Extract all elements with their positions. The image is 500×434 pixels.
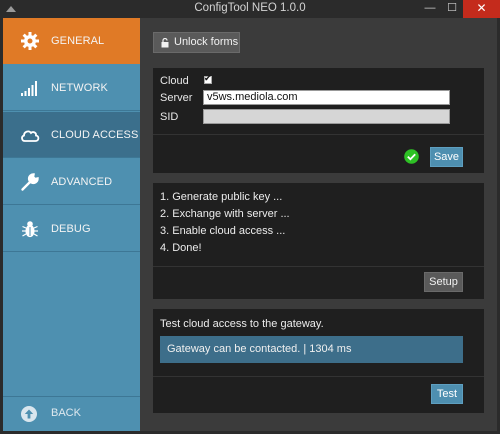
setup-step: 4. Done! [160, 242, 202, 254]
divider [153, 376, 484, 377]
arrow-up-circle-icon [21, 406, 37, 422]
status-message: Gateway can be contacted. | 1304 ms [160, 336, 463, 363]
setup-panel: 1. Generate public key ... 2. Exchange w… [153, 183, 484, 299]
test-button[interactable]: Test [431, 384, 463, 404]
setup-button[interactable]: Setup [424, 272, 463, 292]
unlock-forms-button[interactable]: Unlock forms [153, 32, 240, 53]
title-bar: ConfigTool NEO 1.0.0 — ☐ ✕ [0, 0, 500, 18]
sidebar-item-label: CLOUD ACCESS [51, 129, 139, 141]
save-button[interactable]: Save [430, 147, 463, 167]
gear-icon [21, 32, 39, 50]
divider [153, 266, 484, 267]
sid-label: SID [160, 111, 179, 123]
sidebar-item-label: NETWORK [51, 82, 108, 94]
server-label: Server [160, 92, 193, 104]
unlock-forms-label: Unlock forms [174, 36, 239, 48]
signal-bars-icon [21, 81, 37, 96]
setup-step: 2. Exchange with server ... [160, 208, 290, 220]
cloud-label: Cloud [160, 75, 189, 87]
main-content: Unlock forms Cloud Server v5ws.mediola.c… [140, 18, 497, 431]
sid-input[interactable] [203, 109, 450, 124]
maximize-button[interactable]: ☐ [441, 0, 463, 18]
sidebar-item-label: ADVANCED [51, 176, 113, 188]
wrench-icon [21, 173, 39, 191]
check-circle-icon [404, 149, 419, 164]
sidebar-item-general[interactable]: GENERAL [3, 18, 140, 64]
cloud-settings-panel: Cloud Server v5ws.mediola.com SID Save [153, 68, 484, 173]
back-button[interactable]: BACK [3, 396, 140, 431]
test-panel: Test cloud access to the gateway. Gatewa… [153, 309, 484, 413]
setup-step: 3. Enable cloud access ... [160, 225, 286, 237]
sidebar-item-label: GENERAL [51, 35, 105, 47]
sidebar-item-cloud-access[interactable]: CLOUD ACCESS [3, 112, 140, 158]
lock-icon [161, 38, 169, 48]
server-input[interactable]: v5ws.mediola.com [203, 90, 450, 105]
back-label: BACK [51, 407, 81, 419]
cloud-icon [21, 130, 40, 142]
sidebar-item-advanced[interactable]: ADVANCED [3, 159, 140, 205]
sidebar: GENERAL NETWORK CLOUD ACCESS ADVANCED DE… [3, 18, 140, 431]
close-button[interactable]: ✕ [463, 0, 500, 18]
bug-icon [22, 221, 38, 238]
setup-step: 1. Generate public key ... [160, 191, 283, 203]
minimize-button[interactable]: — [419, 0, 441, 18]
test-description: Test cloud access to the gateway. [160, 318, 324, 330]
sidebar-item-label: DEBUG [51, 223, 91, 235]
sidebar-item-network[interactable]: NETWORK [3, 65, 140, 111]
sidebar-item-debug[interactable]: DEBUG [3, 206, 140, 252]
cloud-checkbox[interactable] [204, 73, 212, 84]
divider [153, 134, 484, 135]
